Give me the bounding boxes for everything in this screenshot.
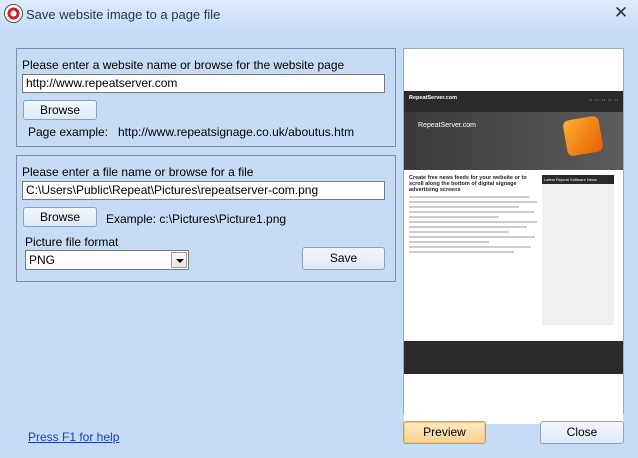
file-example-text: Example: c:\Pictures\Picture1.png [106,212,287,226]
format-selected-value: PNG [29,253,56,267]
thumb-header: RepeatServer.com ▪▪ ▪▪ ▪▪ ▪▪ ▪▪ [404,91,623,112]
website-browse-button[interactable]: Browse [23,100,97,120]
window-title: Save website image to a page file [26,7,221,22]
thumb-banner: RepeatServer.com [404,112,623,170]
rss-icon [562,115,604,157]
file-path-input[interactable]: C:\Users\Public\Repeat\Pictures\repeatse… [22,181,385,200]
close-button[interactable]: Close [540,421,624,444]
dialog-window: Save website image to a page file ✕ Plea… [0,0,638,458]
thumb-headline: Create free news feeds for your website … [409,175,527,193]
format-label: Picture file format [25,235,119,249]
website-thumbnail: RepeatServer.com ▪▪ ▪▪ ▪▪ ▪▪ ▪▪ RepeatSe… [404,91,623,424]
thumb-sidebar-title: Latest Repeat Software News [542,175,614,184]
thumb-footer [404,341,623,374]
thumb-nav: ▪▪ ▪▪ ▪▪ ▪▪ ▪▪ [588,98,619,102]
thumb-brand: RepeatServer.com [409,95,457,101]
preview-pane: RepeatServer.com ▪▪ ▪▪ ▪▪ ▪▪ ▪▪ RepeatSe… [403,48,624,424]
title-bar: Save website image to a page file ✕ [0,0,638,28]
thumb-banner-text: RepeatServer.com [418,122,476,129]
file-browse-button[interactable]: Browse [23,207,97,227]
app-icon [5,5,22,22]
format-select[interactable]: PNG [25,250,189,270]
preview-button[interactable]: Preview [403,421,486,444]
page-example-label: Page example: [28,125,109,139]
close-icon[interactable]: ✕ [612,4,630,22]
page-example-value: http://www.repeatsignage.co.uk/aboutus.h… [118,125,355,139]
chevron-down-icon[interactable] [171,252,187,268]
website-url-input[interactable]: http://www.repeatserver.com [22,74,385,93]
website-prompt: Please enter a website name or browse fo… [22,58,345,72]
thumb-sidebar: Latest Repeat Software News [542,175,614,325]
help-link[interactable]: Press F1 for help [28,430,119,444]
save-button[interactable]: Save [302,247,385,270]
file-prompt: Please enter a file name or browse for a… [22,165,254,179]
thumb-body: Create free news feeds for your website … [409,175,539,256]
